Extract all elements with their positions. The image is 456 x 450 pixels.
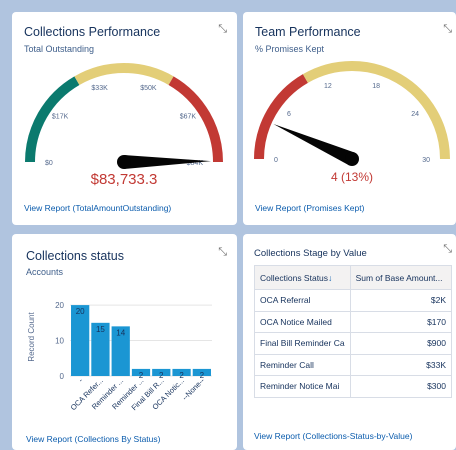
table-cell-status: OCA Notice Mailed [254,310,351,333]
bar-value-label: 15 [96,325,105,334]
table-cell-status: OCA Referral [254,289,351,312]
expand-icon[interactable]: ⤡ [218,24,227,35]
gauge-chart: 0 6 12 18 24 30 4 (13%) [254,61,450,184]
column-header[interactable]: Sum of Base Amount... [349,265,453,290]
gauge-value-label: $83,733.3 [91,171,158,188]
column-header-label: Collections Status [260,272,329,283]
card-subtitle: Total Outstanding [24,44,95,54]
table-cell-amount: $300 [349,375,453,398]
gauge-needle-hub [117,155,131,169]
sort-arrow-icon[interactable]: ↓ [328,273,332,283]
gauge-needle [273,124,355,166]
gauge-value-label: 4 (13%) [331,170,373,184]
x-tick-label: --None-- [180,376,206,402]
table-cell-amount: $33K [349,353,453,376]
gauge-tick-label: $50K [140,85,157,92]
column-header-label: Sum of Base Amount... [355,272,443,283]
x-tick-label: - [76,376,84,384]
table-cell-status: Reminder Call [254,353,351,376]
team-performance-card: Team Performance % Promises Kept ⤡ 0 6 12 1… [243,12,456,225]
table-row[interactable]: Final Bill Reminder Ca $900 [254,332,453,355]
bar-value-label: 20 [76,307,85,316]
gauge-tick-label: 30 [422,157,430,164]
table-row[interactable]: Reminder Call $33K [254,353,453,376]
view-report-link[interactable]: View Report (Collections-Status-by-Value… [254,431,412,441]
table-cell-amount: $170 [349,310,453,333]
y-tick-label: 20 [55,301,64,310]
expand-icon[interactable]: ⤡ [443,244,452,255]
expand-icon[interactable]: ⤡ [443,24,452,35]
card-subtitle: Accounts [26,267,64,277]
card-title: Collections Stage by Value [254,248,367,259]
expand-icon[interactable]: ⤡ [218,247,227,258]
table-cell-amount: $2K [349,289,453,312]
gauge-tick-label: $33K [91,85,108,92]
gauge-band [25,76,80,163]
view-report-link[interactable]: View Report (Promises Kept) [255,203,364,213]
y-tick-label: 0 [60,372,65,381]
card-title: Team Performance [255,25,361,39]
gauge-tick-label: $67K [180,114,197,121]
bar-value-label: 14 [116,328,125,337]
card-title: Collections status [26,249,124,263]
gauge-band [168,76,223,163]
table-row[interactable]: OCA Notice Mailed $170 [254,310,453,333]
gauge-tick-label: $17K [52,114,69,121]
view-report-link[interactable]: View Report (TotalAmountOutstanding) [24,203,171,213]
table-cell-status: Final Bill Reminder Ca [254,332,351,355]
table-cell-amount: $900 [349,332,453,355]
gauge-chart: $0$17K$33K $50K$67K$84K$83,733.3 [25,63,223,188]
gauge-tick-label: 18 [372,83,380,90]
gauge-band [254,74,309,160]
card-title: Collections Performance [24,25,161,39]
table-header-row: Collections Status↓ Sum of Base Amount..… [254,265,453,290]
y-axis-label: Record Count [27,312,36,362]
y-tick-label: 10 [55,337,64,346]
gauge-tick-label: $0 [45,160,53,167]
view-report-link[interactable]: View Report (Collections By Status) [26,434,160,444]
table-row[interactable]: Reminder Notice Mai $300 [254,375,453,398]
gauge-tick-label: 0 [274,157,278,164]
collections-status-card: Collections status Accounts ⤡ 0 10 20 Recor… [12,234,237,450]
card-subtitle: % Promises Kept [255,44,325,54]
collections-performance-card: Collections Performance Total Outstandin… [12,12,237,225]
gauge-tick-label: 24 [411,111,419,118]
table-cell-status: Reminder Notice Mai [254,375,351,398]
gauge-tick-label: 6 [287,111,291,118]
collections-stage-card: Collections Stage by Value ⤡ Collections… [243,234,456,450]
gauge-needle-hub [345,152,359,166]
column-header[interactable]: Collections Status↓ [254,265,351,290]
bar-chart: 01020Record Count20-15OCA Refer...14Remi… [27,301,212,412]
gauge-tick-label: 12 [324,83,332,90]
table-row[interactable]: OCA Referral $2K [254,289,453,312]
data-table: Collections Status↓ Sum of Base Amount..… [254,265,453,398]
gauge-band [74,63,174,86]
